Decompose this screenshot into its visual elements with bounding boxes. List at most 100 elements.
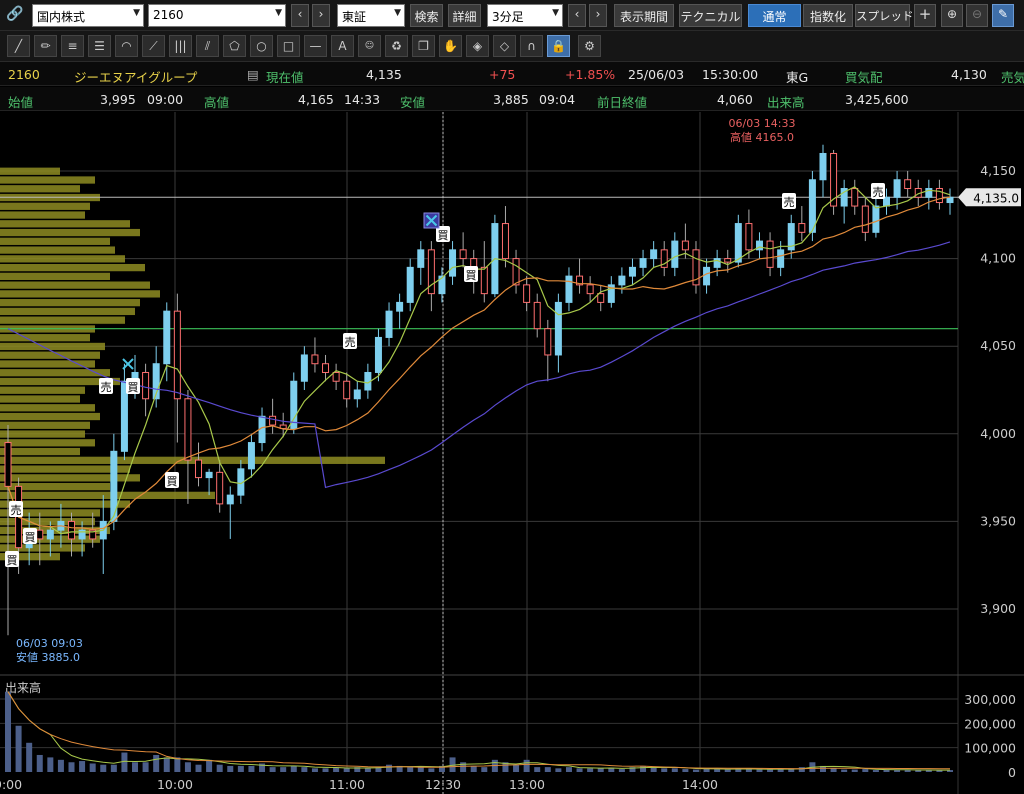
- low-note-time: 06/03 09:03: [16, 637, 83, 650]
- change-percent: +1.85%: [565, 67, 616, 82]
- buy-mark: 買: [466, 269, 477, 282]
- pencil-icon[interactable]: ✎: [992, 4, 1014, 27]
- volume-bar: [57, 759, 64, 772]
- candle-body: [173, 310, 181, 400]
- text-tool-icon[interactable]: A: [331, 35, 354, 57]
- ask-label: 売気: [1001, 70, 1024, 85]
- magnet-tool-icon[interactable]: ∩: [520, 35, 543, 57]
- exchange-select[interactable]: 東証 ▼: [337, 4, 405, 27]
- detail-button[interactable]: 詳細: [448, 4, 481, 27]
- volume-bar: [692, 769, 699, 772]
- horizontal-lines2-tool-icon[interactable]: ☰: [88, 35, 111, 57]
- prev-close-label: 前日終値: [597, 95, 648, 110]
- market-select[interactable]: 国内株式 ▼: [32, 4, 144, 27]
- candle-body: [184, 398, 192, 461]
- candle-body: [533, 301, 541, 330]
- prev-code-button[interactable]: ‹: [291, 4, 309, 27]
- candle-body: [353, 389, 361, 400]
- volume-profile-bar: [0, 369, 110, 377]
- low-time: 09:04: [539, 92, 576, 107]
- display-period-button[interactable]: 表示期間: [614, 4, 674, 27]
- eraser-tool-icon[interactable]: ◈: [466, 35, 489, 57]
- candle-body: [226, 494, 234, 505]
- pentagon-tool-icon[interactable]: ⬠: [223, 35, 246, 57]
- candle-body: [777, 249, 785, 268]
- vertical-lines-tool-icon[interactable]: |||: [169, 35, 192, 57]
- copy-tool-icon[interactable]: ❐: [412, 35, 435, 57]
- code-input[interactable]: 2160 ▼: [148, 4, 286, 27]
- link-icon[interactable]: 🔗: [6, 4, 28, 27]
- bid-value: 4,130: [951, 67, 987, 82]
- lock-tool-icon[interactable]: 🔒: [547, 35, 570, 57]
- candle-body: [893, 179, 901, 198]
- next-interval-button[interactable]: ›: [589, 4, 607, 27]
- rectangle-tool-icon[interactable]: □: [277, 35, 300, 57]
- volume-profile-bar: [0, 439, 95, 447]
- candle-body: [216, 471, 224, 505]
- index-mode-button[interactable]: 指数化: [803, 4, 853, 27]
- erase-all-tool-icon[interactable]: ◇: [493, 35, 516, 57]
- circle-tool-icon[interactable]: ○: [250, 35, 273, 57]
- hand-tool-icon[interactable]: ✋: [439, 35, 462, 57]
- volume-bar: [5, 691, 11, 772]
- price-chart-svg[interactable]: 3,900 3,950 4,000 4,050 4,100 4,150 9:00 10:00 1…: [0, 112, 1024, 794]
- buy-mark: 買: [7, 554, 18, 567]
- volume-bar: [640, 765, 647, 772]
- search-button[interactable]: 検索: [410, 4, 443, 27]
- interval-select[interactable]: 3分足 ▼: [487, 4, 563, 27]
- volume-bar: [290, 765, 297, 772]
- volume-bar: [618, 769, 625, 772]
- candle-body: [586, 284, 594, 295]
- volume-bar: [269, 767, 276, 772]
- candle-body: [269, 415, 277, 426]
- volume-bar: [26, 742, 33, 772]
- ohlc-row: 始値 3,995 09:00 高値 4,165 14:33 安値 3,885 0…: [0, 87, 1024, 111]
- crosshair-icon[interactable]: +: [914, 4, 936, 27]
- candle-body: [904, 179, 912, 190]
- pen-tool-icon[interactable]: ✏: [34, 35, 57, 57]
- normal-mode-button[interactable]: 通常: [748, 4, 801, 27]
- candle-body: [396, 301, 404, 312]
- chart-area[interactable]: 3,900 3,950 4,000 4,050 4,100 4,150 9:00 10:00 1…: [0, 112, 1024, 794]
- hline-tool-icon[interactable]: —: [304, 35, 327, 57]
- technical-button[interactable]: テクニカル: [679, 4, 742, 27]
- volume-value: 3,425,600: [845, 92, 909, 107]
- volume-bar: [47, 757, 54, 772]
- arc-tool-icon[interactable]: ◠: [115, 35, 138, 57]
- candle-body: [343, 380, 351, 400]
- candle-body: [734, 223, 742, 263]
- volume-bar: [481, 767, 488, 772]
- candle-body: [417, 249, 425, 268]
- chevron-down-icon: ▼: [133, 8, 140, 18]
- volume-profile-bar: [0, 220, 130, 228]
- market-name: 東G: [786, 70, 809, 85]
- horizontal-lines-tool-icon[interactable]: ≡: [61, 35, 84, 57]
- candle-body: [671, 240, 679, 268]
- volume-bar: [428, 768, 435, 772]
- trend-line-tool-icon[interactable]: ╱: [7, 35, 30, 57]
- volume-profile-bar: [0, 360, 95, 368]
- next-code-button[interactable]: ›: [312, 4, 330, 27]
- zoom-in-icon[interactable]: ⊕: [941, 4, 963, 27]
- settings-gear-icon[interactable]: ⚙: [578, 35, 601, 57]
- document-icon[interactable]: ▤: [247, 67, 259, 82]
- volume-bar: [195, 764, 202, 772]
- volume-profile-bar: [0, 281, 150, 289]
- time-tick-label: 9:00: [0, 777, 22, 792]
- fan-tool-icon[interactable]: ⟋: [142, 35, 165, 57]
- spread-mode-button[interactable]: スプレッド: [855, 4, 914, 27]
- chevron-down-icon: ▼: [275, 8, 282, 18]
- prev-interval-button[interactable]: ‹: [568, 4, 586, 27]
- stamp-tool-icon[interactable]: ♻: [385, 35, 408, 57]
- market-select-value: 国内株式: [37, 10, 86, 24]
- fan2-tool-icon[interactable]: ⫽: [196, 35, 219, 57]
- stock-code: 2160: [8, 67, 40, 82]
- zoom-out-icon[interactable]: ⊖: [966, 4, 988, 27]
- volume-profile-bar: [0, 299, 140, 307]
- icon-tool-icon[interactable]: ☺: [358, 35, 381, 57]
- volume-bar: [470, 765, 477, 772]
- time-tick-label: 11:00: [329, 777, 365, 792]
- volume-bar: [745, 769, 752, 772]
- price-tick-label: 4,000: [980, 426, 1016, 441]
- current-price-label: 現在値: [266, 70, 304, 85]
